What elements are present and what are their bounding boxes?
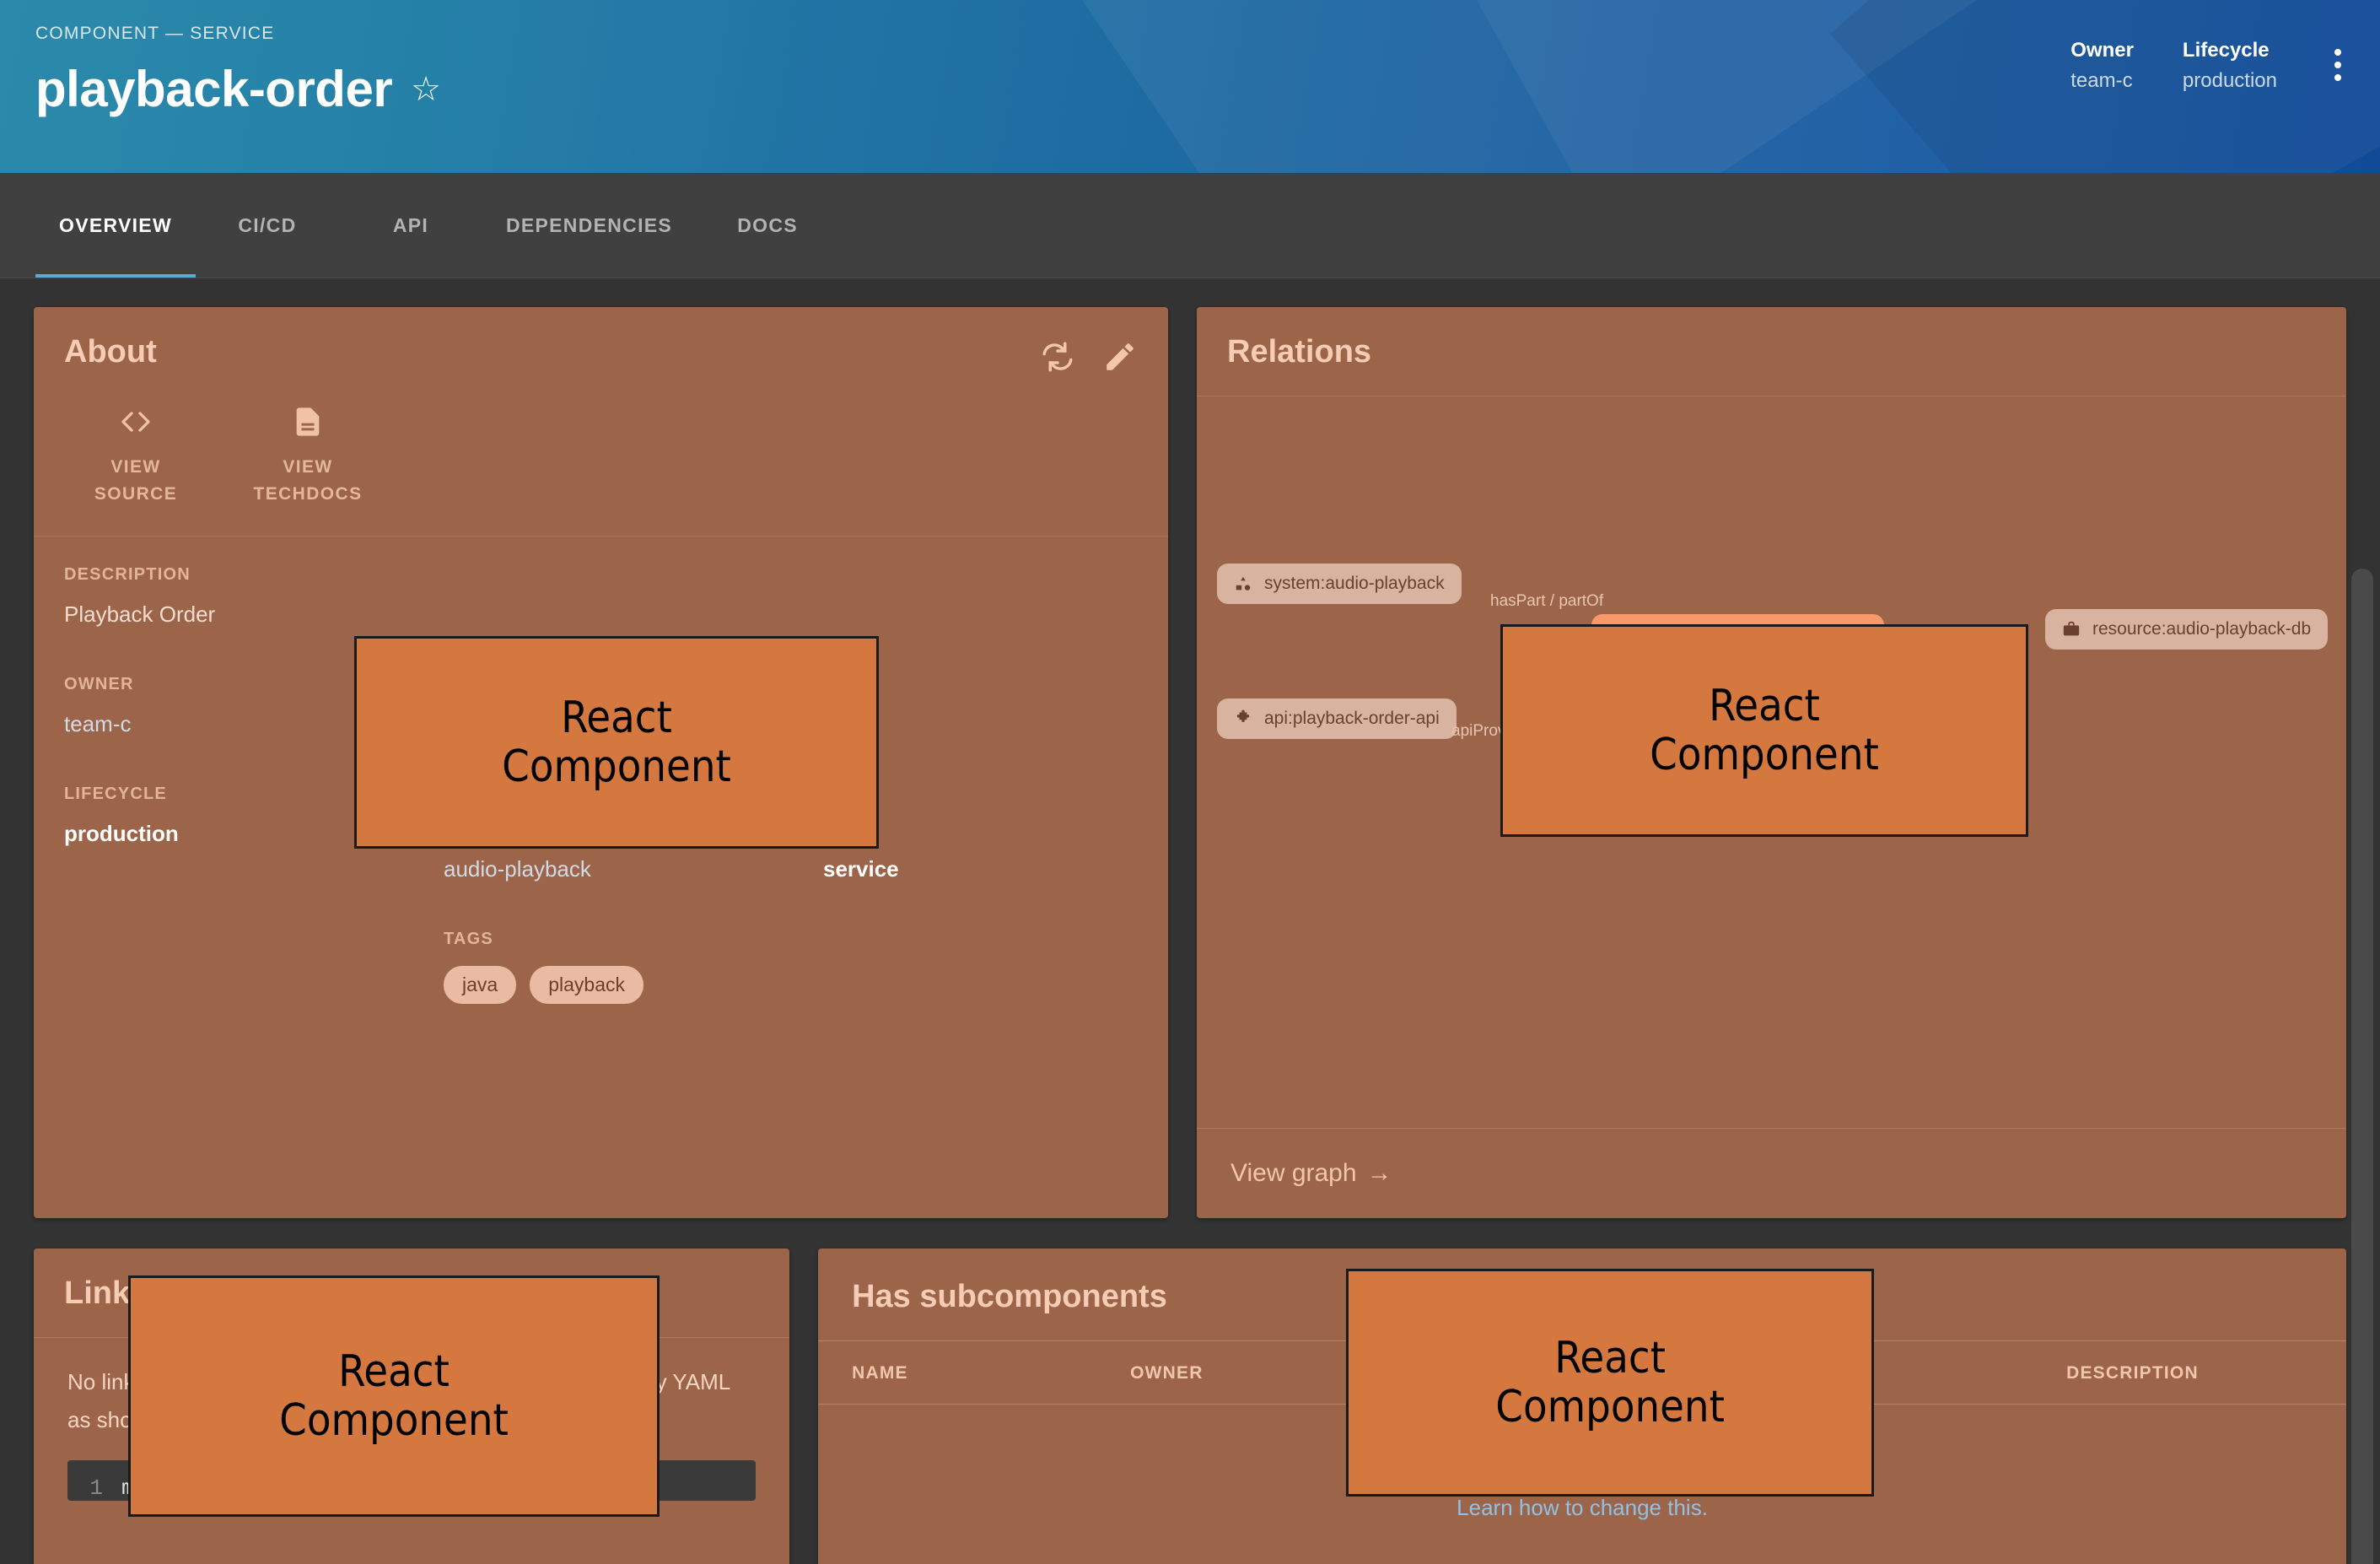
tab-docs-label: DOCS <box>737 213 798 236</box>
briefcase-icon <box>2062 620 2081 639</box>
relations-node-resource[interactable]: resource:audio-playback-db <box>2045 609 2329 650</box>
relations-graph-edges <box>1197 396 1450 523</box>
about-quick-links: VIEW SOURCE VIEW TECHDOCS <box>34 400 1168 536</box>
about-type-value: service <box>823 856 899 882</box>
more-options-icon[interactable] <box>2326 44 2350 86</box>
header-right-group: Owner team-c Lifecycle production <box>2070 39 2350 93</box>
top-row: About VIEW SOURCE VIEW TECHDOCS DESCRIPT… <box>34 307 2346 1218</box>
header-lifecycle-label: Lifecycle <box>2182 39 2270 62</box>
react-component-overlay-subcomponents: React Component <box>1346 1269 1875 1497</box>
tag-chip[interactable]: java <box>444 966 517 1004</box>
tab-dependencies[interactable]: DEPENDENCIES <box>482 173 696 278</box>
code-line-number: 1 <box>89 1475 103 1502</box>
about-tags-field: TAGS java playback <box>444 930 823 1004</box>
view-techdocs-label: VIEW TECHDOCS <box>253 457 363 504</box>
about-description-field: DESCRIPTION Playback Order <box>64 565 444 628</box>
relations-node-resource-label: resource:audio-playback-db <box>2092 619 2312 639</box>
header-owner-value[interactable]: team-c <box>2070 69 2134 93</box>
page-title: playback-order <box>35 61 393 117</box>
favorite-star-icon[interactable]: ☆ <box>411 73 441 106</box>
header-owner-label: Owner <box>2070 39 2134 62</box>
react-component-overlay-label: React Component <box>1495 1332 1725 1432</box>
relations-card-footer: View graph → <box>1197 1128 2346 1218</box>
refresh-icon[interactable] <box>1040 339 1075 375</box>
tab-overview[interactable]: OVERVIEW <box>35 173 196 278</box>
tab-dependencies-label: DEPENDENCIES <box>505 213 673 236</box>
breadcrumb: COMPONENT — SERVICE <box>35 24 275 43</box>
system-icon <box>1234 574 1252 593</box>
header-lifecycle-field: Lifecycle production <box>2183 39 2277 93</box>
about-description-value: Playback Order <box>64 601 216 627</box>
react-component-overlay-about: React Component <box>354 636 879 849</box>
column-header-name[interactable]: NAME <box>818 1340 1131 1405</box>
react-component-overlay-label: React Component <box>1650 680 1879 780</box>
view-graph-link[interactable]: View graph → <box>1230 1159 1392 1188</box>
puzzle-icon <box>1234 709 1252 728</box>
header-lifecycle-value: production <box>2182 69 2277 92</box>
pencil-icon[interactable] <box>1102 339 1138 375</box>
subcomponents-card: Has subcomponents NAME OWNER TYPE LIFECY… <box>818 1249 2346 1564</box>
view-source-link[interactable]: VIEW SOURCE <box>73 405 199 507</box>
about-card-header: About <box>34 307 1168 400</box>
page-scrollbar[interactable] <box>2351 569 2373 1564</box>
relations-card-header: Relations <box>1197 307 2346 396</box>
about-system-value[interactable]: audio-playback <box>444 856 823 882</box>
relations-card-title: Relations <box>1227 334 1372 369</box>
react-component-overlay-label: React Component <box>502 692 731 792</box>
about-tags-label: TAGS <box>444 930 493 948</box>
tab-docs[interactable]: DOCS <box>696 173 839 278</box>
tab-overview-label: OVERVIEW <box>59 213 172 236</box>
links-card: Links No links defined for this entity. … <box>34 1249 790 1564</box>
view-techdocs-link[interactable]: VIEW TECHDOCS <box>245 405 371 507</box>
tab-api[interactable]: API <box>339 173 482 278</box>
about-card: About VIEW SOURCE VIEW TECHDOCS DESCRIPT… <box>34 307 1168 1218</box>
tab-cicd-label: CI/CD <box>238 213 297 236</box>
code-brackets-icon <box>73 405 199 439</box>
relations-card: Relations system:audio-playback api:play… <box>1197 307 2346 1218</box>
tab-cicd[interactable]: CI/CD <box>196 173 339 278</box>
tag-chip[interactable]: playback <box>530 966 643 1004</box>
entity-header: COMPONENT — SERVICE playback-order ☆ Own… <box>0 0 2380 173</box>
relations-node-api[interactable]: api:playback-order-api <box>1217 698 1457 739</box>
arrow-right-icon: → <box>1366 1159 1392 1187</box>
header-left-group: COMPONENT — SERVICE playback-order ☆ <box>35 24 441 116</box>
tab-api-label: API <box>392 213 429 236</box>
about-card-actions <box>1040 334 1138 375</box>
relations-node-system[interactable]: system:audio-playback <box>1217 564 1462 604</box>
view-source-label: VIEW SOURCE <box>94 457 178 504</box>
relations-edge-haspart-label: hasPart / partOf <box>1490 592 1604 610</box>
header-owner-field: Owner team-c <box>2070 39 2134 93</box>
react-component-overlay-links: React Component <box>128 1275 660 1517</box>
view-graph-label: View graph <box>1230 1159 1357 1187</box>
about-tags-list: java playback <box>444 966 823 1004</box>
about-description-label: DESCRIPTION <box>64 565 191 584</box>
entity-tabbar: OVERVIEW CI/CD API DEPENDENCIES DOCS <box>0 173 2380 278</box>
about-card-title: About <box>64 334 157 369</box>
react-component-overlay-relations: React Component <box>1500 624 2028 837</box>
overview-content: About VIEW SOURCE VIEW TECHDOCS DESCRIPT… <box>0 278 2380 1564</box>
document-icon <box>245 405 371 439</box>
bottom-row: Links No links defined for this entity. … <box>34 1249 2346 1564</box>
column-header-description[interactable]: DESCRIPTION <box>2066 1340 2346 1405</box>
relations-node-system-label: system:audio-playback <box>1264 574 1445 593</box>
react-component-overlay-label: React Component <box>279 1346 509 1446</box>
title-row: playback-order ☆ <box>35 62 441 116</box>
relations-node-api-label: api:playback-order-api <box>1264 709 1440 728</box>
